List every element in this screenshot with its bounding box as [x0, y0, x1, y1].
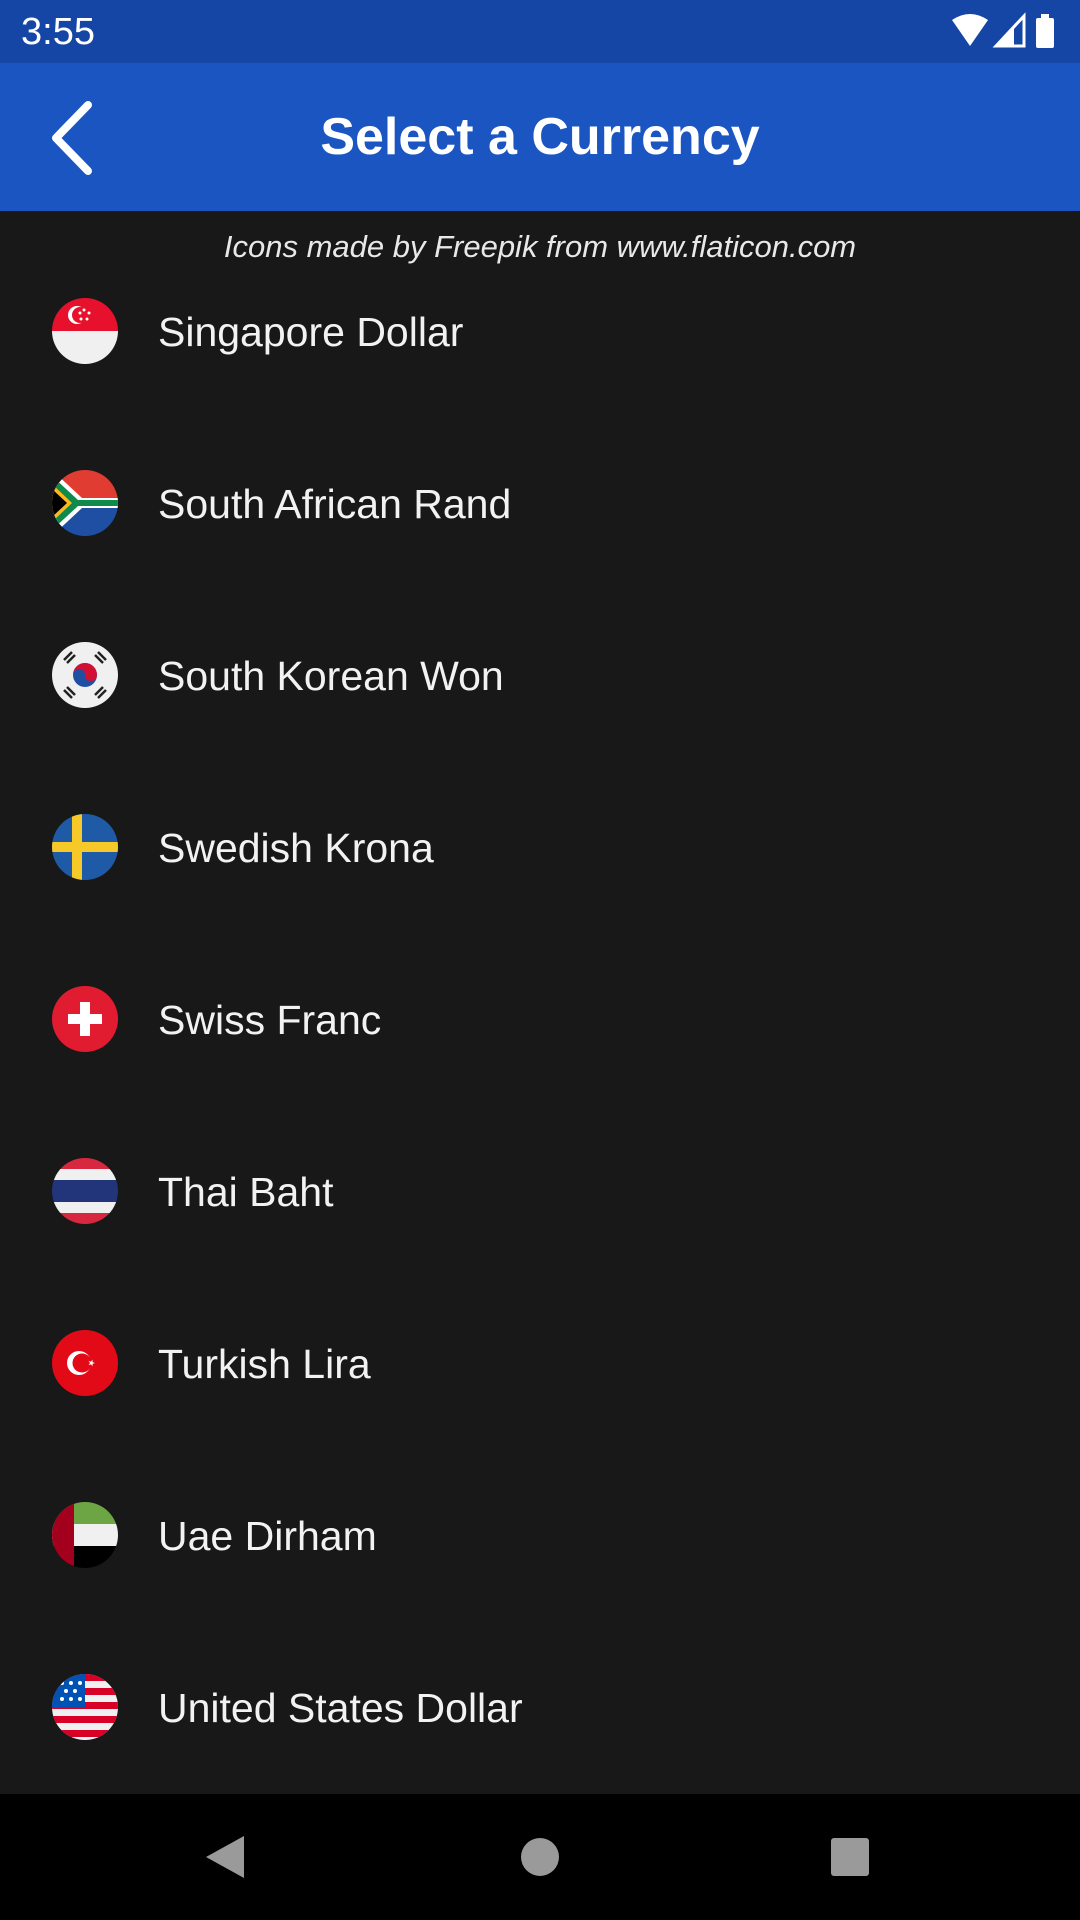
- currency-item-singapore-dollar[interactable]: Singapore Dollar: [0, 262, 1080, 434]
- currency-item-south-african-rand[interactable]: South African Rand: [0, 434, 1080, 606]
- currency-name: Singapore Dollar: [158, 309, 464, 355]
- nav-back-icon: [206, 1836, 244, 1878]
- currency-item-turkish-lira[interactable]: Turkish Lira: [0, 1294, 1080, 1466]
- currency-item-swedish-krona[interactable]: Swedish Krona: [0, 778, 1080, 950]
- currency-name: Thai Baht: [158, 1169, 334, 1215]
- currency-list: Singapore Dollar South African Rand Sout…: [0, 262, 1080, 1794]
- currency-name: South Korean Won: [158, 653, 504, 699]
- nav-home-button[interactable]: [505, 1822, 575, 1892]
- battery-icon: [1036, 14, 1054, 48]
- page-title: Select a Currency: [320, 108, 760, 166]
- status-icons: [952, 12, 1054, 48]
- currency-item-south-korean-won[interactable]: South Korean Won: [0, 606, 1080, 778]
- uae-flag-icon: [52, 1502, 118, 1568]
- signal-icon: [992, 12, 1026, 48]
- currency-name: Turkish Lira: [158, 1341, 371, 1387]
- south-africa-flag-icon: [52, 470, 118, 536]
- currency-name: South African Rand: [158, 481, 512, 527]
- usa-flag-icon: [52, 1674, 118, 1740]
- singapore-flag-icon: [52, 298, 118, 364]
- currency-name: Uae Dirham: [158, 1513, 377, 1559]
- status-time: 3:55: [21, 11, 95, 53]
- currency-name: Swiss Franc: [158, 997, 382, 1043]
- navigation-bar: [0, 1794, 1080, 1920]
- back-arrow-icon: [52, 101, 92, 175]
- app-bar: Select a Currency: [0, 63, 1080, 211]
- nav-back-button[interactable]: [190, 1822, 260, 1892]
- currency-item-uae-dirham[interactable]: Uae Dirham: [0, 1466, 1080, 1638]
- currency-name: United States Dollar: [158, 1685, 523, 1731]
- currency-item-united-states-dollar[interactable]: United States Dollar: [0, 1638, 1080, 1794]
- switzerland-flag-icon: [52, 986, 118, 1052]
- nav-home-icon: [521, 1838, 559, 1876]
- nav-recents-button[interactable]: [815, 1822, 885, 1892]
- back-button[interactable]: [30, 93, 120, 183]
- thailand-flag-icon: [52, 1158, 118, 1224]
- wifi-icon: [952, 14, 988, 46]
- nav-recents-icon: [831, 1838, 869, 1876]
- turkey-flag-icon: [52, 1330, 118, 1396]
- currency-item-thai-baht[interactable]: Thai Baht: [0, 1122, 1080, 1294]
- currency-item-swiss-franc[interactable]: Swiss Franc: [0, 950, 1080, 1122]
- sweden-flag-icon: [52, 814, 118, 880]
- currency-name: Swedish Krona: [158, 825, 434, 871]
- south-korea-flag-icon: [52, 642, 118, 708]
- status-bar: 3:55: [0, 0, 1080, 63]
